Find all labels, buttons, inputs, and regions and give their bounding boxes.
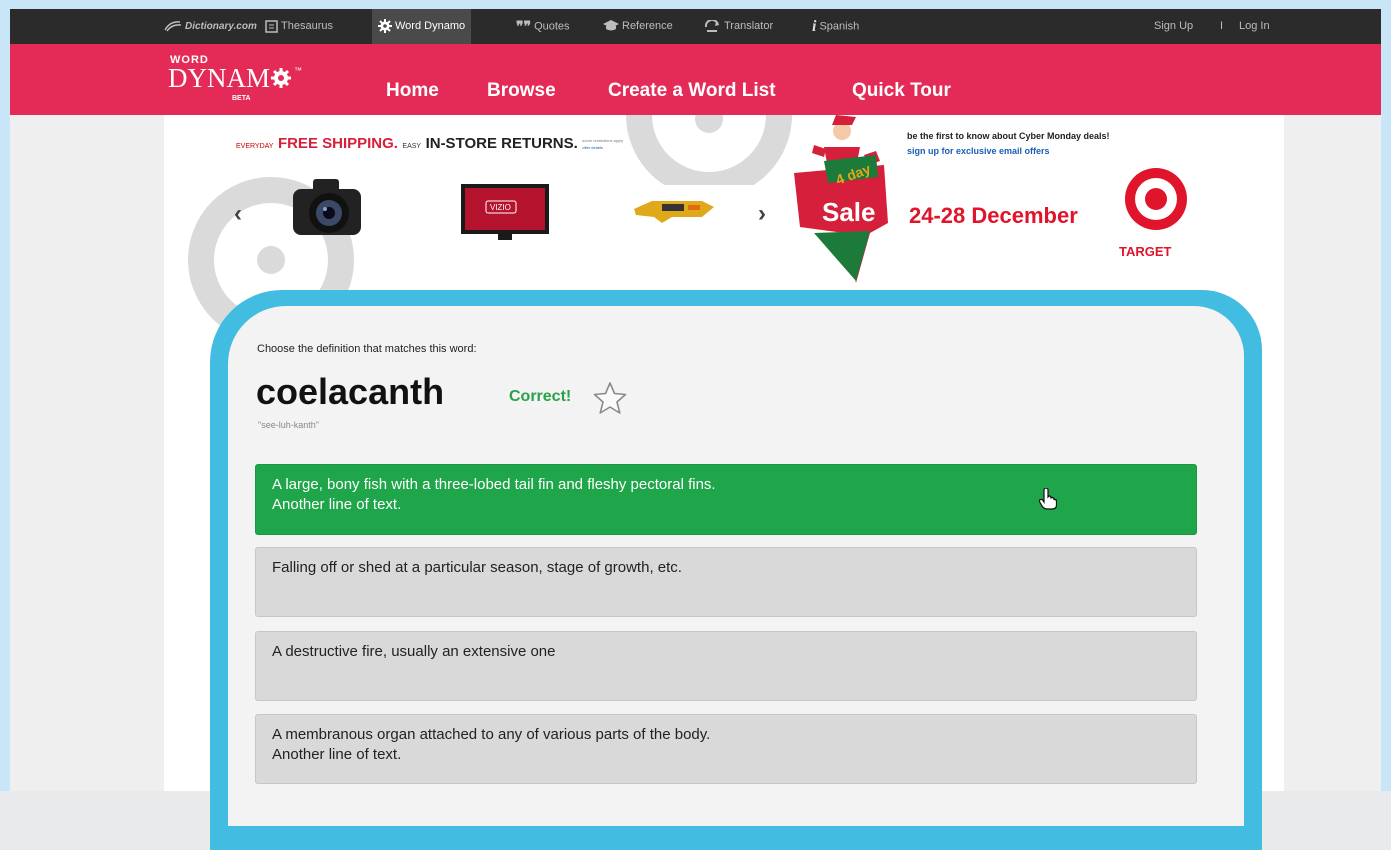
ad-offer-details[interactable]: offer details [582, 145, 603, 150]
topbar-item-word-dynamo[interactable]: Word Dynamo [372, 9, 472, 44]
site-header: WORD DYNAM ™ BETA Home Browse Create a W… [10, 44, 1381, 115]
quiz-prompt: Choose the definition that matches this … [257, 343, 477, 355]
target-ad-banner[interactable]: EVERYDAY FREE SHIPPING. EASY IN-STORE RE… [164, 115, 1284, 343]
mortarboard-icon [603, 20, 619, 31]
quiz-word: coelacanth [256, 371, 445, 412]
topbar-item-thesaurus[interactable]: Thesaurus [265, 9, 333, 44]
nav-browse[interactable]: Browse [487, 80, 556, 102]
ad-everyday: EVERYDAY [236, 143, 274, 150]
topbar-item-quotes[interactable]: ❞❞ Quotes [516, 9, 570, 44]
ad-promo-line2[interactable]: sign up for exclusive email offers [907, 146, 1050, 156]
answer-option-3[interactable]: A destructive fire, usually an extensive… [255, 631, 1197, 701]
tv-brand-label: VIZIO [490, 203, 511, 212]
thesaurus-icon [265, 19, 278, 33]
answer-option-line2: Another line of text. [272, 746, 402, 763]
ad-restrictions: some restrictions apply [582, 137, 624, 143]
sign-up-link[interactable]: Sign Up [1154, 9, 1193, 44]
ad-prev-arrow[interactable]: ‹ [234, 200, 242, 228]
star-icon[interactable] [593, 381, 627, 415]
camera-product-image[interactable] [291, 175, 363, 239]
hand-cursor-icon [1039, 488, 1057, 510]
logo-trademark: ™ [294, 66, 302, 75]
logo-gear-icon [271, 68, 292, 88]
ad-promo-line1: be the first to know about Cyber Monday … [907, 131, 1110, 141]
topbar-item-label: Word Dynamo [395, 20, 466, 32]
target-logo-icon [1125, 168, 1187, 230]
frame-left [0, 0, 10, 791]
answer-option-line1: A membranous organ attached to any of va… [272, 726, 711, 743]
sale-word-text: Sale [822, 197, 876, 227]
logo-dynamo-text: DYNAM [168, 63, 292, 94]
ad-free-shipping: FREE SHIPPING [277, 135, 394, 152]
bullseye-decoration-center [626, 115, 792, 185]
tv-product-image[interactable]: VIZIO [460, 183, 550, 241]
nav-create-word-list[interactable]: Create a Word List [608, 80, 776, 102]
topbar-item-label: Quotes [534, 20, 570, 33]
gear-icon [378, 19, 392, 34]
topbar-item-label: Spanish [819, 20, 860, 33]
info-i-icon: i [812, 18, 817, 35]
toy-product-image[interactable] [632, 195, 716, 223]
logo-dynamo-letters: DYNAM [168, 63, 271, 93]
ad-easy: EASY [402, 143, 422, 150]
topbar-item-dictionary[interactable]: Dictionary.com [164, 9, 257, 44]
logo-beta: BETA [232, 95, 251, 102]
ad-in-store-returns: IN-STORE RETURNS [425, 135, 574, 152]
site-topbar: Dictionary.com Thesaurus Word Dynamo ❞❞ Q… [10, 9, 1381, 44]
nav-quick-tour[interactable]: Quick Tour [852, 80, 951, 102]
translator-icon [705, 19, 719, 32]
topbar-item-label: Dictionary.com [185, 21, 257, 32]
frame-right [1381, 0, 1391, 791]
dictionary-logo-icon [164, 21, 182, 32]
ad-next-arrow[interactable]: › [758, 200, 766, 228]
quiz-pronunciation: "see-luh-kanth" [258, 420, 319, 430]
log-in-link[interactable]: Log In [1239, 9, 1270, 44]
ad-shipping-line: EVERYDAY FREE SHIPPING. EASY IN-STORE RE… [236, 135, 624, 152]
topbar-item-label: Translator [724, 20, 774, 32]
answer-option-4[interactable]: A membranous organ attached to any of va… [255, 714, 1197, 784]
quote-icon: ❞❞ [516, 18, 532, 34]
topbar-item-spanish[interactable]: i Spanish [812, 9, 859, 44]
topbar-item-reference[interactable]: Reference [603, 9, 673, 44]
topbar-separator: I [1220, 20, 1224, 32]
ad-sale-dates: 24-28 December [909, 203, 1078, 228]
nav-home[interactable]: Home [386, 80, 439, 102]
target-brand-text: TARGET [1119, 244, 1172, 259]
topbar-item-label: Thesaurus [281, 20, 333, 32]
santa-sale-graphic: 4 day Sale [794, 115, 888, 283]
answer-status-badge: Correct! [509, 388, 572, 405]
answer-option-line1: A destructive fire, usually an extensive… [272, 643, 556, 660]
topbar-item-label: Reference [622, 20, 673, 32]
topbar-item-translator[interactable]: Translator [705, 9, 773, 44]
answer-option-2[interactable]: Falling off or shed at a particular seas… [255, 547, 1197, 617]
frame-top [0, 0, 1391, 9]
answer-option-line1: Falling off or shed at a particular seas… [272, 559, 682, 576]
